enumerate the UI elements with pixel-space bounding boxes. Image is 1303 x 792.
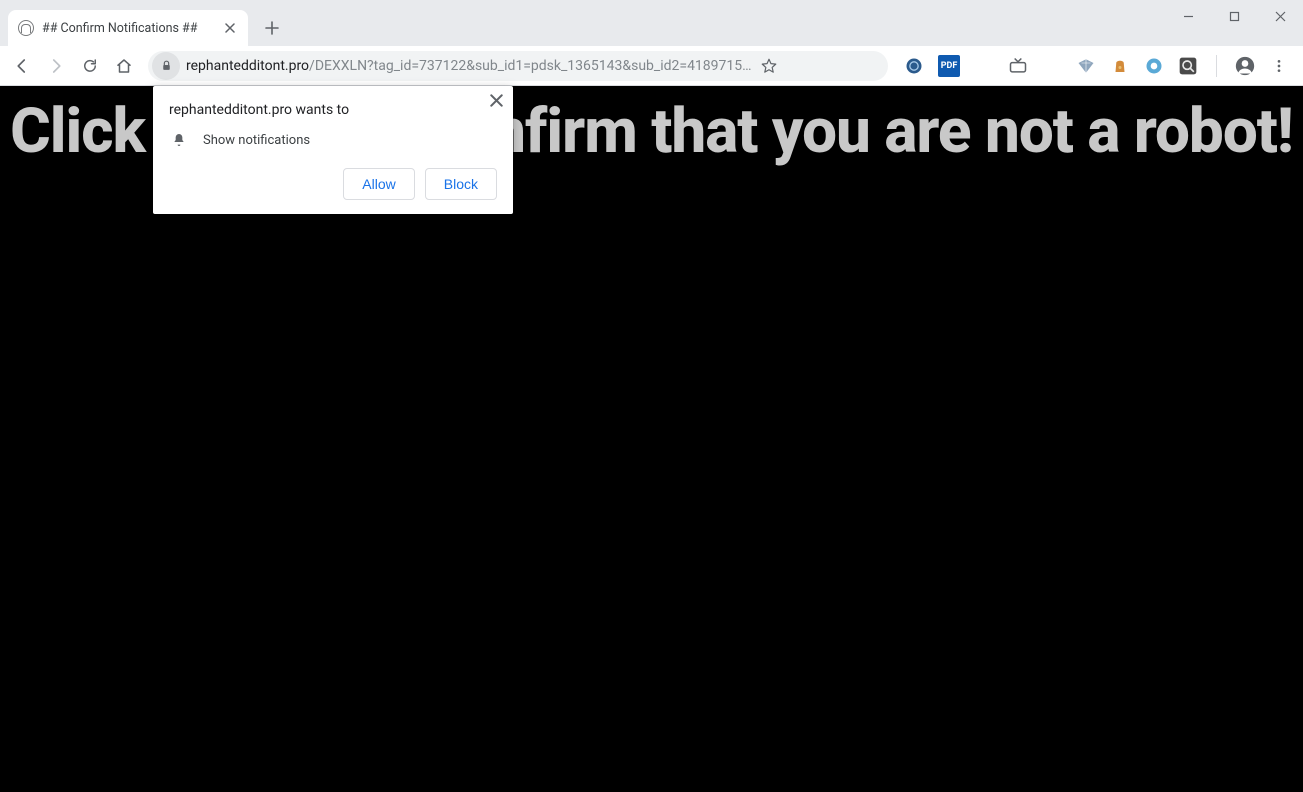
popup-close-icon[interactable] — [490, 94, 503, 107]
reload-button[interactable] — [74, 50, 106, 82]
bell-icon — [171, 132, 187, 148]
bag-extension-icon[interactable] — [1110, 56, 1130, 76]
popup-body-text: Show notifications — [203, 133, 310, 148]
browser-toolbar: rephantedditont.pro /DEXXLN?tag_id=73712… — [0, 46, 1303, 86]
popup-actions: Allow Block — [169, 168, 497, 200]
back-button[interactable] — [6, 50, 38, 82]
menu-icon[interactable] — [1269, 56, 1289, 76]
url-path: /DEXXLN?tag_id=737122&sub_id1=pdsk_13651… — [309, 58, 751, 74]
tv-extension-icon[interactable] — [1008, 56, 1028, 76]
window-titlebar: ## Confirm Notifications ## — [0, 0, 1303, 46]
notification-permission-popup: rephantedditont.pro wants to Show notifi… — [153, 86, 513, 214]
close-tab-icon[interactable] — [222, 20, 238, 36]
forward-button[interactable] — [40, 50, 72, 82]
window-controls — [1165, 0, 1303, 32]
window-maximize-button[interactable] — [1211, 0, 1257, 32]
globe-icon — [18, 20, 34, 36]
popup-body-row: Show notifications — [169, 132, 497, 148]
home-button[interactable] — [108, 50, 140, 82]
browser-tab[interactable]: ## Confirm Notifications ## — [8, 10, 248, 46]
window-minimize-button[interactable] — [1165, 0, 1211, 32]
profile-avatar-icon[interactable] — [1235, 56, 1255, 76]
new-tab-button[interactable] — [258, 14, 286, 42]
pdf-extension-label: PDF — [941, 61, 958, 71]
search-extension-icon[interactable] — [1178, 56, 1198, 76]
swirl-extension-icon[interactable] — [904, 56, 924, 76]
pdf-extension-icon[interactable]: PDF — [938, 55, 960, 77]
donut-extension-icon[interactable] — [1144, 56, 1164, 76]
tab-title: ## Confirm Notifications ## — [42, 21, 197, 36]
bookmark-star-icon[interactable] — [760, 57, 778, 75]
url-host: rephantedditont.pro — [186, 58, 309, 74]
toolbar-divider — [1216, 55, 1217, 77]
allow-button[interactable]: Allow — [343, 168, 414, 200]
diamond-extension-icon[interactable] — [1076, 56, 1096, 76]
block-button[interactable]: Block — [425, 168, 497, 200]
lock-icon[interactable] — [152, 52, 180, 80]
address-bar[interactable]: rephantedditont.pro /DEXXLN?tag_id=73712… — [148, 51, 888, 81]
extensions-area: PDF — [896, 55, 1297, 77]
popup-title: rephantedditont.pro wants to — [169, 102, 497, 118]
tab-strip: ## Confirm Notifications ## — [0, 0, 286, 46]
window-close-button[interactable] — [1257, 0, 1303, 32]
